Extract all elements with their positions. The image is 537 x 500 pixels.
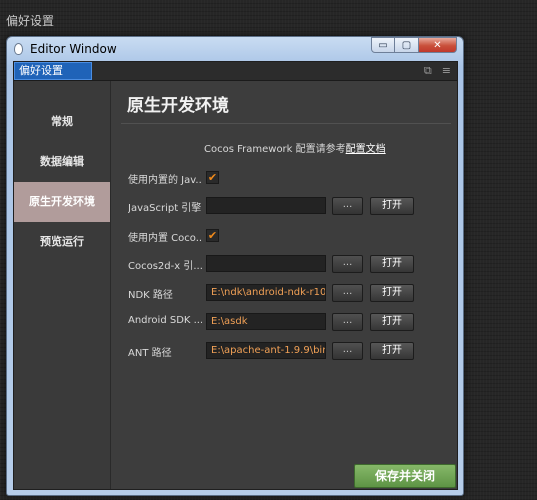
window-controls: ▭ ▢ ✕ <box>371 37 457 53</box>
row-cocos2dx-path: Cocos2d-x 引... ... 打开 <box>111 253 457 275</box>
row-label: Cocos2d-x 引... <box>128 261 202 272</box>
cocos2dx-browse-button[interactable]: ... <box>332 255 363 273</box>
tab-icons: ⧉ ≡ <box>424 64 451 78</box>
row-ndk-path: NDK 路径 E:\ndk\android-ndk-r10e ... 打开 <box>111 282 457 304</box>
js-engine-open-button[interactable]: 打开 <box>370 197 414 215</box>
window-title: Editor Window <box>30 42 117 56</box>
sidebar: 常规 数据编辑 原生开发环境 预览运行 <box>14 81 111 489</box>
config-doc-link[interactable]: 配置文档 <box>346 144 386 155</box>
framework-hint: Cocos Framework 配置请参考配置文档 <box>204 140 386 155</box>
maximize-button[interactable]: ▢ <box>395 37 419 53</box>
title-divider <box>121 123 451 124</box>
ant-browse-button[interactable]: ... <box>332 342 363 360</box>
ant-open-button[interactable]: 打开 <box>370 342 414 360</box>
menu-icon[interactable]: ≡ <box>442 64 451 78</box>
page-title: 原生开发环境 <box>127 96 229 116</box>
tab-strip: 偏好设置 ⧉ ≡ <box>14 62 457 81</box>
sidebar-item-preview-run[interactable]: 预览运行 <box>14 222 110 262</box>
row-label: NDK 路径 <box>128 290 173 301</box>
framework-hint-text: Cocos Framework 配置请参考 <box>204 144 346 155</box>
main-panel: 原生开发环境 Cocos Framework 配置请参考配置文档 使用内置的 J… <box>111 81 457 489</box>
row-js-engine-path: JavaScript 引擎... ... 打开 <box>111 195 457 217</box>
row-android-sdk-path: Android SDK ... E:\asdk ... 打开 <box>111 311 457 333</box>
save-and-close-button[interactable]: 保存并关闭 <box>354 464 456 488</box>
client-area: 偏好设置 ⧉ ≡ 常规 数据编辑 原生开发环境 预览运行 原生开发环境 Coco… <box>13 61 458 490</box>
android-sdk-open-button[interactable]: 打开 <box>370 313 414 331</box>
js-engine-browse-button[interactable]: ... <box>332 197 363 215</box>
row-ant-path: ANT 路径 E:\apache-ant-1.9.9\bin ... 打开 <box>111 340 457 362</box>
row-use-builtin-js: 使用内置的 Jav... ✔ <box>111 167 457 189</box>
sidebar-item-general[interactable]: 常规 <box>14 102 110 142</box>
ndk-open-button[interactable]: 打开 <box>370 284 414 302</box>
use-builtin-cocos-checkbox[interactable]: ✔ <box>206 229 219 242</box>
android-sdk-path-input[interactable]: E:\asdk <box>206 313 326 330</box>
row-label: 使用内置 Coco... <box>128 233 202 244</box>
title-bar[interactable]: Editor Window ▭ ▢ ✕ <box>7 37 463 61</box>
cocos2dx-path-input[interactable] <box>206 255 326 272</box>
row-use-builtin-cocos: 使用内置 Coco... ✔ <box>111 225 457 247</box>
sidebar-item-native-env[interactable]: 原生开发环境 <box>14 182 110 222</box>
row-label: Android SDK ... <box>128 315 202 326</box>
use-builtin-js-checkbox[interactable]: ✔ <box>206 171 219 184</box>
row-label: ANT 路径 <box>128 348 172 359</box>
android-sdk-browse-button[interactable]: ... <box>332 313 363 331</box>
ndk-path-input[interactable]: E:\ndk\android-ndk-r10e <box>206 284 326 301</box>
sidebar-item-data-editing[interactable]: 数据编辑 <box>14 142 110 182</box>
row-label: 使用内置的 Jav... <box>128 175 202 186</box>
ant-path-input[interactable]: E:\apache-ant-1.9.9\bin <box>206 342 326 359</box>
js-engine-path-input[interactable] <box>206 197 326 214</box>
row-label: JavaScript 引擎... <box>128 203 202 214</box>
restore-icon[interactable]: ⧉ <box>424 64 432 78</box>
close-button[interactable]: ✕ <box>419 37 457 53</box>
ndk-browse-button[interactable]: ... <box>332 284 363 302</box>
tab-preferences[interactable]: 偏好设置 <box>14 62 92 80</box>
page-caption: 偏好设置 <box>6 14 55 28</box>
cocos2dx-open-button[interactable]: 打开 <box>370 255 414 273</box>
editor-window: Editor Window ▭ ▢ ✕ 偏好设置 ⧉ ≡ 常规 数据编辑 原生开… <box>6 36 464 496</box>
minimize-button[interactable]: ▭ <box>371 37 395 53</box>
app-icon <box>14 43 23 55</box>
